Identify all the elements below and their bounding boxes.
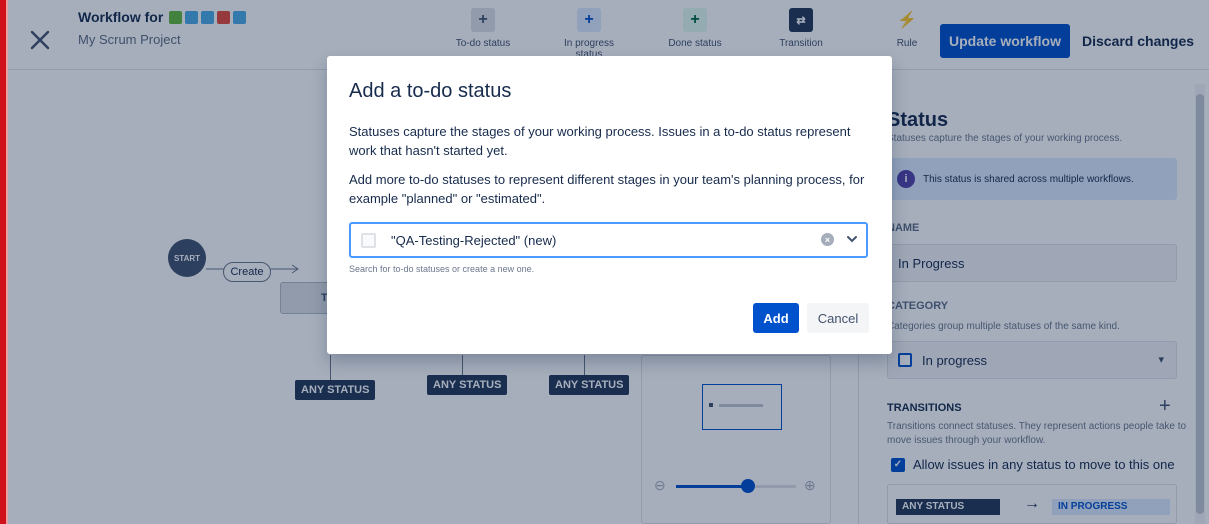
option-checkbox[interactable] bbox=[361, 233, 376, 248]
chevron-down-icon[interactable] bbox=[845, 232, 859, 246]
add-todo-status-dialog: Add a to-do status Statuses capture the … bbox=[327, 56, 892, 354]
dialog-title: Add a to-do status bbox=[349, 80, 512, 102]
dialog-paragraph-2: Add more to-do statuses to represent dif… bbox=[349, 172, 865, 206]
add-button[interactable]: Add bbox=[753, 303, 799, 333]
dialog-paragraph-1: Statuses capture the stages of your work… bbox=[349, 124, 851, 158]
cancel-button[interactable]: Cancel bbox=[807, 303, 869, 333]
clear-icon[interactable]: × bbox=[821, 233, 834, 246]
status-search-value: "QA-Testing-Rejected" (new) bbox=[391, 233, 557, 248]
search-helper-text: Search for to-do statuses or create a ne… bbox=[349, 264, 535, 274]
status-search-select[interactable]: "QA-Testing-Rejected" (new) × bbox=[349, 222, 868, 258]
